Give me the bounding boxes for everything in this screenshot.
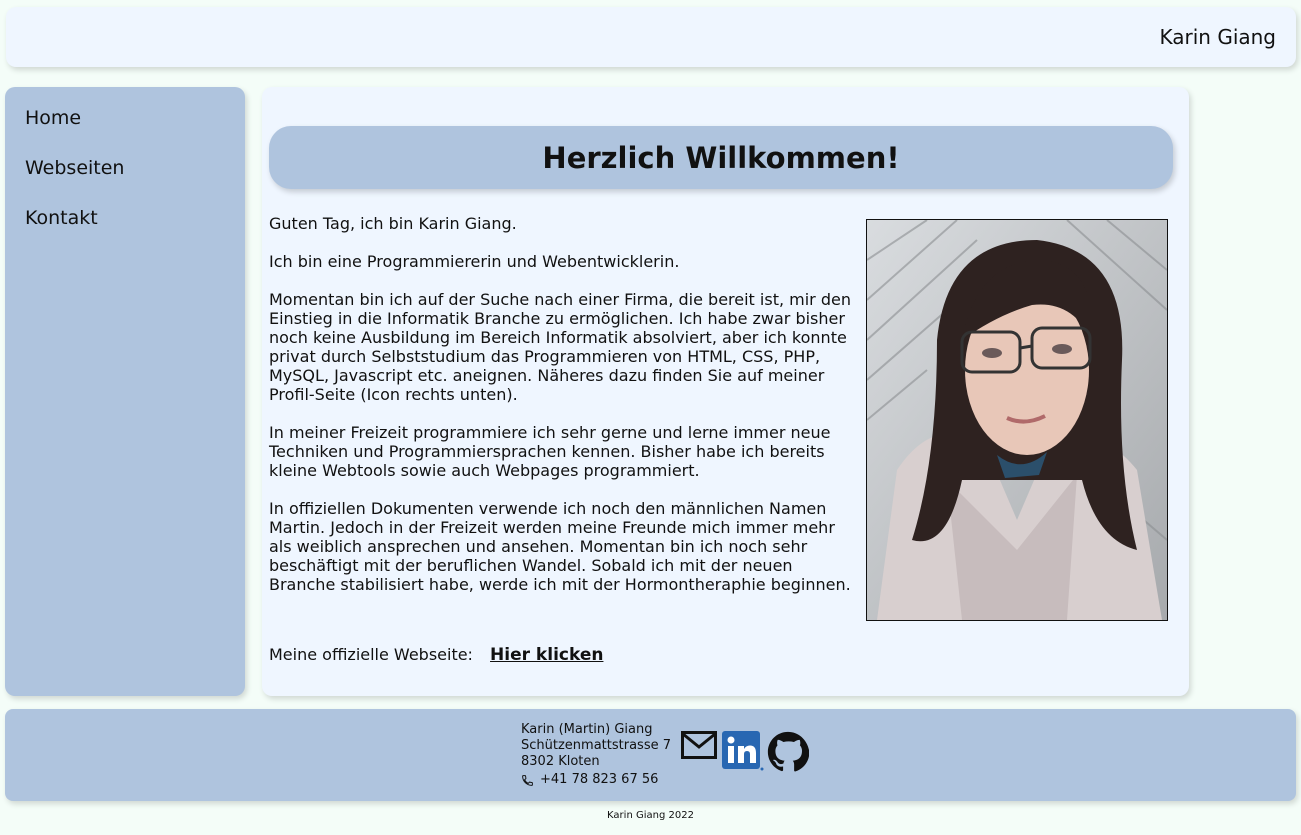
contact-address: Karin (Martin) Giang Schützenmattstrasse… <box>521 722 671 788</box>
phone-row: +41 78 823 67 56 <box>521 772 671 788</box>
welcome-banner: Herzlich Willkommen! <box>269 126 1173 189</box>
official-website-row: Meine offizielle Webseite: Hier klicken <box>269 645 603 665</box>
intro-paragraph: In offiziellen Dokumenten verwende ich n… <box>269 499 851 594</box>
phone-icon <box>522 774 533 786</box>
profile-photo-illustration <box>867 220 1167 620</box>
address-name: Karin (Martin) Giang <box>521 722 653 737</box>
profile-photo <box>866 219 1168 621</box>
intro-paragraph: Ich bin eine Programmiererin und Webentw… <box>269 252 680 271</box>
intro-paragraph: In meiner Freizeit programmiere ich sehr… <box>269 423 831 480</box>
intro-paragraph: Guten Tag, ich bin Karin Giang. <box>269 214 517 233</box>
sidebar-item-home[interactable]: Home <box>25 107 81 129</box>
address-city: 8302 Kloten <box>521 754 600 769</box>
top-header: Karin Giang <box>6 7 1296 67</box>
header-name: Karin Giang <box>1159 25 1276 49</box>
sidebar-item-webseiten[interactable]: Webseiten <box>25 157 124 179</box>
official-website-label: Meine offizielle Webseite: <box>269 645 473 664</box>
main-content: Herzlich Willkommen! Guten Tag, ich bin … <box>262 87 1189 696</box>
intro-paragraph: Momentan bin ich auf der Suche nach eine… <box>269 290 851 404</box>
sidebar-item-kontakt[interactable]: Kontakt <box>25 207 98 229</box>
linkedin-icon[interactable] <box>722 731 764 773</box>
github-icon[interactable] <box>767 731 809 773</box>
address-street: Schützenmattstrasse 7 <box>521 738 671 753</box>
page-title: Herzlich Willkommen! <box>542 140 900 175</box>
mail-icon[interactable] <box>681 731 717 759</box>
footer: Karin (Martin) Giang Schützenmattstrasse… <box>5 709 1296 801</box>
sidebar-nav: Home Webseiten Kontakt <box>5 87 245 696</box>
intro-text: Guten Tag, ich bin Karin Giang. Ich bin … <box>269 214 861 613</box>
copyright: Karin Giang 2022 <box>607 810 694 821</box>
phone-number: +41 78 823 67 56 <box>540 772 659 787</box>
official-website-link[interactable]: Hier klicken <box>490 645 603 665</box>
